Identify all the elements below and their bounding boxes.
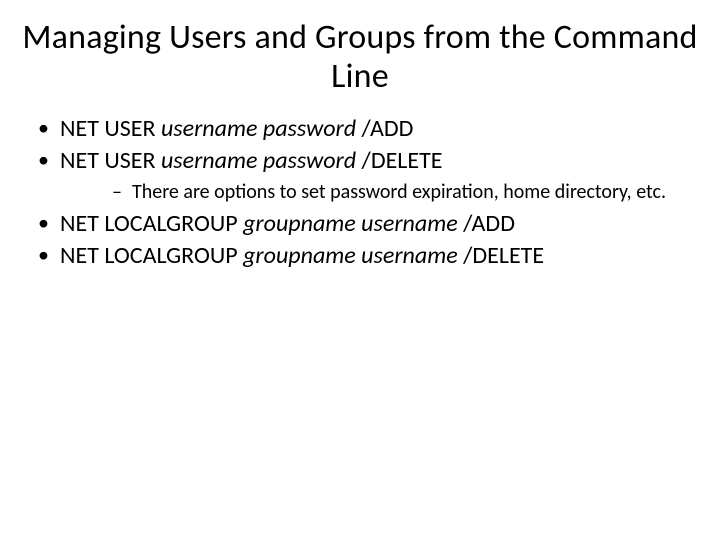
- bullet-text-suffix: /ADD: [356, 114, 413, 143]
- slide-title: Managing Users and Groups from the Comma…: [20, 18, 700, 96]
- bullet-text-italic: username password: [161, 114, 356, 143]
- bullet-item: NET LOCALGROUP groupname username /ADD: [20, 209, 700, 239]
- bullet-item: NET USER username password /DELETE There…: [20, 146, 700, 205]
- bullet-text-prefix: NET LOCALGROUP: [60, 209, 243, 238]
- bullet-text-suffix: /DELETE: [356, 146, 442, 175]
- bullet-text-italic: groupname username: [243, 209, 458, 238]
- bullet-text-prefix: NET USER: [60, 114, 161, 143]
- bullet-list: NET USER username password /ADD NET USER…: [20, 114, 700, 271]
- bullet-text-prefix: NET LOCALGROUP: [60, 241, 243, 270]
- bullet-text-italic: groupname username: [243, 241, 458, 270]
- bullet-item: NET USER username password /ADD: [20, 114, 700, 144]
- sub-bullet-item: There are options to set password expira…: [60, 180, 700, 205]
- bullet-text-suffix: /ADD: [458, 209, 515, 238]
- bullet-text-italic: username password: [161, 146, 356, 175]
- bullet-text-suffix: /DELETE: [458, 241, 544, 270]
- slide: Managing Users and Groups from the Comma…: [0, 0, 720, 540]
- bullet-text-prefix: NET USER: [60, 146, 161, 175]
- sub-bullet-text: There are options to set password expira…: [132, 180, 666, 204]
- bullet-item: NET LOCALGROUP groupname username /DELET…: [20, 241, 700, 271]
- sub-bullet-list: There are options to set password expira…: [60, 180, 700, 205]
